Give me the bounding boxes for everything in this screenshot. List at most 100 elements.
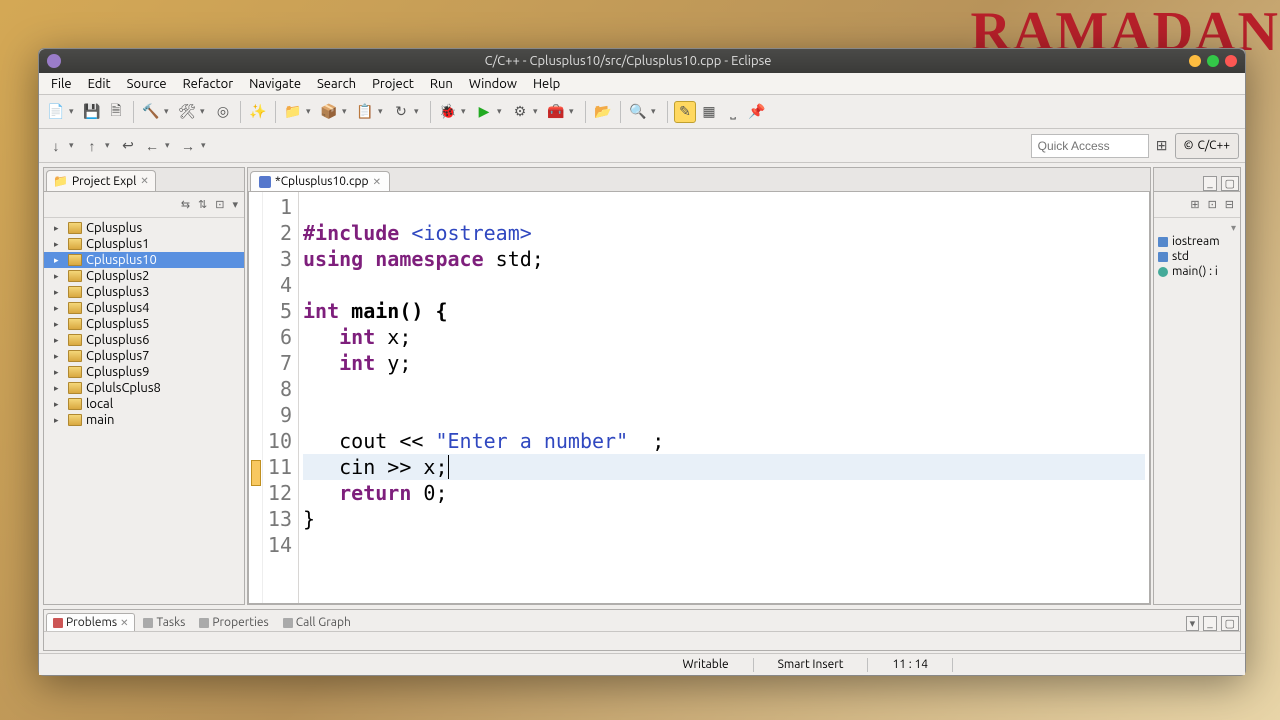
target-icon[interactable]: ◎ <box>212 101 234 123</box>
perspective-button[interactable]: © C/C++ <box>1175 133 1239 159</box>
view-menu-icon[interactable]: ▾ <box>232 198 238 211</box>
quick-access-input[interactable] <box>1031 134 1149 158</box>
link-editor-icon[interactable]: ⇅ <box>198 198 207 211</box>
new-source-icon[interactable]: 📋 <box>354 101 376 123</box>
open-type-icon[interactable]: 📂 <box>592 101 614 123</box>
outline-item[interactable]: main() : i <box>1158 264 1236 279</box>
minimize-view-icon[interactable]: _ <box>1203 176 1216 191</box>
menu-project[interactable]: Project <box>364 75 422 93</box>
minimize-view-icon[interactable]: _ <box>1203 616 1216 631</box>
outline-item[interactable]: std <box>1158 249 1236 264</box>
new-icon[interactable]: 📄 <box>45 101 67 123</box>
menu-run[interactable]: Run <box>422 75 461 93</box>
menu-navigate[interactable]: Navigate <box>241 75 309 93</box>
toggle-icon[interactable]: ⊟ <box>1225 198 1234 211</box>
titlebar[interactable]: C/C++ - Cplusplus10/src/Cplusplus10.cpp … <box>39 49 1245 73</box>
close-button[interactable] <box>1225 55 1237 67</box>
show-whitespace-icon[interactable]: ⎵ <box>722 101 744 123</box>
build-icon[interactable]: 🔨 <box>140 101 162 123</box>
outline-item[interactable]: iostream <box>1158 234 1236 249</box>
tree-item[interactable]: ▸Cplusplus5 <box>44 316 244 332</box>
dropdown-icon[interactable]: ▾ <box>651 106 661 117</box>
dropdown-icon[interactable]: ▾ <box>165 140 175 151</box>
tab-properties[interactable]: Properties <box>193 614 274 631</box>
close-icon[interactable]: ✕ <box>140 175 148 187</box>
debug-icon[interactable]: 🐞 <box>437 101 459 123</box>
menu-edit[interactable]: Edit <box>80 75 119 93</box>
refresh-icon[interactable]: ↻ <box>390 101 412 123</box>
search-icon[interactable]: 🔍 <box>627 101 649 123</box>
dropdown-icon[interactable]: ▾ <box>69 106 79 117</box>
run-last-icon[interactable]: ⚙ <box>509 101 531 123</box>
hammer-icon[interactable]: 🛠 <box>176 101 198 123</box>
back-icon[interactable]: ← <box>141 135 163 157</box>
expand-arrow-icon[interactable]: ▸ <box>54 239 64 250</box>
dropdown-icon[interactable]: ▾ <box>105 140 115 151</box>
close-icon[interactable]: ✕ <box>120 617 128 629</box>
tab-tasks[interactable]: Tasks <box>137 614 191 631</box>
open-perspective-icon[interactable]: ⊞ <box>1151 135 1173 157</box>
last-edit-icon[interactable]: ↩ <box>117 135 139 157</box>
save-icon[interactable]: 💾 <box>81 101 103 123</box>
tree-item[interactable]: ▸Cplusplus3 <box>44 284 244 300</box>
tree-item[interactable]: ▸Cplusplus <box>44 220 244 236</box>
highlight-icon[interactable]: ✎ <box>674 101 696 123</box>
menu-search[interactable]: Search <box>309 75 364 93</box>
pin-icon[interactable]: 📌 <box>746 101 768 123</box>
dropdown-icon[interactable]: ▾ <box>306 106 316 117</box>
menu-file[interactable]: File <box>43 75 80 93</box>
tree-item[interactable]: ▸Cplusplus1 <box>44 236 244 252</box>
expand-arrow-icon[interactable]: ▸ <box>54 399 64 410</box>
tree-item[interactable]: ▸Cplusplus7 <box>44 348 244 364</box>
expand-arrow-icon[interactable]: ▸ <box>54 335 64 346</box>
tab-call-graph[interactable]: Call Graph <box>277 614 357 631</box>
external-tools-icon[interactable]: 🧰 <box>545 101 567 123</box>
sort-icon[interactable]: ⊞ <box>1190 198 1199 211</box>
expand-arrow-icon[interactable]: ▸ <box>54 271 64 282</box>
dropdown-icon[interactable]: ▾ <box>201 140 211 151</box>
expand-arrow-icon[interactable]: ▸ <box>54 255 64 266</box>
wand-icon[interactable]: ✨ <box>247 101 269 123</box>
tab-problems[interactable]: Problems✕ <box>46 613 135 631</box>
expand-arrow-icon[interactable]: ▸ <box>54 303 64 314</box>
dropdown-icon[interactable]: ▾ <box>461 106 471 117</box>
block-icon[interactable]: ▦ <box>698 101 720 123</box>
new-class-icon[interactable]: 📦 <box>318 101 340 123</box>
next-annotation-icon[interactable]: ↓ <box>45 135 67 157</box>
collapse-all-icon[interactable]: ⇆ <box>181 198 190 211</box>
project-tree[interactable]: ▸Cplusplus▸Cplusplus1▸Cplusplus10▸Cplusp… <box>44 218 244 604</box>
dropdown-icon[interactable]: ▾ <box>69 140 79 151</box>
minimize-button[interactable] <box>1189 55 1201 67</box>
prev-annotation-icon[interactable]: ↑ <box>81 135 103 157</box>
tree-item[interactable]: ▸Cplusplus9 <box>44 364 244 380</box>
dropdown-icon[interactable]: ▾ <box>414 106 424 117</box>
filter-icon[interactable]: ⊡ <box>1208 198 1217 211</box>
code-editor[interactable]: 1234567891011121314 #include <iostream> … <box>248 192 1150 604</box>
focus-icon[interactable]: ⊡ <box>215 198 224 211</box>
tree-item[interactable]: ▸local <box>44 396 244 412</box>
forward-icon[interactable]: → <box>177 135 199 157</box>
expand-arrow-icon[interactable]: ▸ <box>54 223 64 234</box>
project-explorer-tab[interactable]: 📁 Project Expl ✕ <box>46 170 156 191</box>
tree-item[interactable]: ▸main <box>44 412 244 428</box>
dropdown-icon[interactable]: ▾ <box>164 106 174 117</box>
tree-item[interactable]: ▸Cplusplus10 <box>44 252 244 268</box>
maximize-button[interactable] <box>1207 55 1219 67</box>
dropdown-icon[interactable]: ▾ <box>533 106 543 117</box>
tree-item[interactable]: ▸Cplusplus6 <box>44 332 244 348</box>
editor-tab[interactable]: *Cplusplus10.cpp ✕ <box>250 171 390 191</box>
expand-arrow-icon[interactable]: ▸ <box>54 415 64 426</box>
maximize-view-icon[interactable]: ▢ <box>1221 616 1239 631</box>
tree-item[interactable]: ▸Cplusplus2 <box>44 268 244 284</box>
expand-arrow-icon[interactable]: ▸ <box>54 367 64 378</box>
dropdown-icon[interactable]: ▾ <box>497 106 507 117</box>
expand-arrow-icon[interactable]: ▸ <box>54 351 64 362</box>
new-folder-icon[interactable]: 📁 <box>282 101 304 123</box>
tree-item[interactable]: ▸Cplusplus4 <box>44 300 244 316</box>
run-icon[interactable]: ▶ <box>473 101 495 123</box>
dropdown-icon[interactable]: ▾ <box>342 106 352 117</box>
dropdown-icon[interactable]: ▾ <box>569 106 579 117</box>
dropdown-icon[interactable]: ▾ <box>378 106 388 117</box>
tree-item[interactable]: ▸CplulsCplus8 <box>44 380 244 396</box>
expand-arrow-icon[interactable]: ▸ <box>54 287 64 298</box>
